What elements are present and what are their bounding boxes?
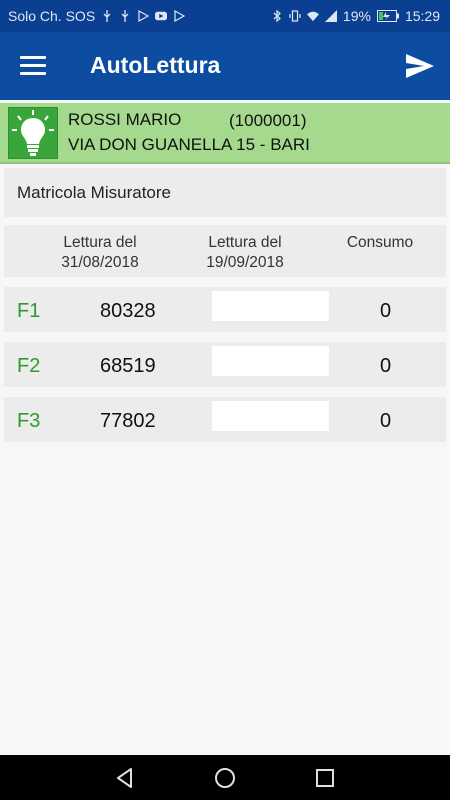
reading-row-f2: F2 68519 0: [4, 342, 446, 387]
home-circle-icon[interactable]: [214, 767, 236, 789]
customer-header: ROSSI MARIO (1000001) VIA DON GUANELLA 1…: [0, 103, 450, 164]
status-bar: Solo Ch. SOS 19% 15:29: [0, 0, 450, 32]
clock: 15:29: [404, 8, 440, 24]
battery-percent: 19%: [342, 8, 371, 24]
app-bar: AutoLettura: [0, 32, 450, 100]
customer-address: VIA DON GUANELLA 15 - BARI: [68, 135, 310, 154]
consumption-value: 0: [380, 300, 392, 322]
recents-square-icon[interactable]: [314, 767, 336, 789]
consumption-value: 0: [380, 410, 392, 432]
new-reading-input-f1[interactable]: [212, 291, 329, 321]
status-right: 19% 15:29: [271, 8, 440, 24]
band-label: F1: [17, 300, 41, 322]
band-label: F3: [17, 410, 41, 432]
new-reading-input-f3[interactable]: [212, 401, 329, 431]
band-label: F2: [17, 355, 41, 377]
reading-row-f1: F1 80328 0: [4, 287, 446, 332]
hamburger-menu-icon[interactable]: [20, 54, 48, 78]
matricola-row: Matricola Misuratore: [4, 168, 446, 217]
readings-header: Lettura del 31/08/2018 Lettura del 19/09…: [4, 225, 446, 277]
status-left: Solo Ch. SOS: [8, 8, 186, 24]
new-reading-input-f2[interactable]: [212, 346, 329, 376]
usb-icon: [121, 10, 129, 22]
customer-code: (1000001): [229, 111, 307, 130]
wifi-icon: [306, 11, 319, 22]
back-triangle-icon[interactable]: [114, 767, 136, 789]
previous-reading-header: Lettura del 31/08/2018: [61, 234, 139, 271]
new-reading-header: Lettura del 19/09/2018: [206, 234, 284, 271]
send-icon[interactable]: [404, 50, 436, 82]
battery-charging-icon: [376, 10, 399, 22]
vibrate-icon: [289, 10, 301, 22]
youtube-icon: [155, 11, 168, 21]
play-store-icon: [174, 10, 186, 22]
play-store-icon: [138, 10, 150, 22]
lightbulb-icon: [8, 107, 58, 159]
app-title: AutoLettura: [90, 52, 221, 78]
signal-icon: [324, 10, 337, 22]
bluetooth-icon: [273, 10, 281, 22]
consumption-header: Consumo: [346, 234, 414, 251]
matricola-label: Matricola Misuratore: [17, 183, 171, 202]
reading-row-f3: F3 77802 0: [4, 397, 446, 442]
previous-reading: 80328: [100, 300, 156, 322]
previous-reading: 77802: [100, 410, 156, 432]
system-nav-bar: [0, 755, 450, 800]
customer-name: ROSSI MARIO: [68, 110, 182, 129]
usb-icon: [103, 10, 111, 22]
consumption-value: 0: [380, 355, 392, 377]
previous-reading: 68519: [100, 355, 156, 377]
carrier-label: Solo Ch. SOS: [8, 8, 96, 24]
